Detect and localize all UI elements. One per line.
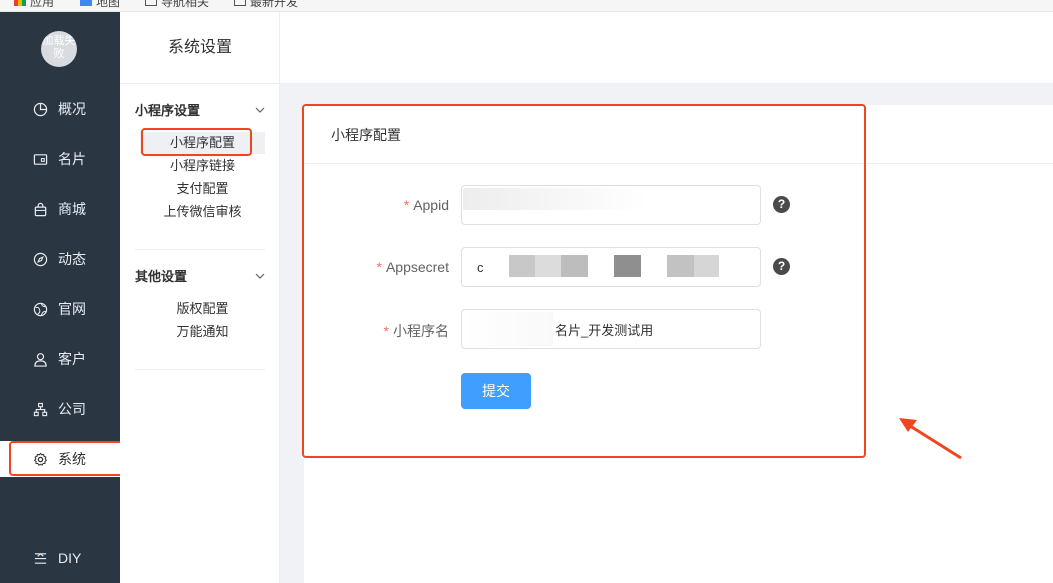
- help-icon[interactable]: ?: [773, 196, 790, 213]
- redacted-overlay: [614, 255, 641, 277]
- subitem-wechat-review[interactable]: 上传微信审核: [140, 201, 265, 223]
- sidebar-item-diy[interactable]: DIY: [0, 540, 120, 576]
- maps-icon: [80, 0, 92, 6]
- help-icon[interactable]: ?: [773, 258, 790, 275]
- redacted-overlay: [535, 255, 561, 277]
- sidebar-item-card[interactable]: 名片: [0, 141, 120, 177]
- appsecret-label: * Appsecret: [376, 259, 450, 275]
- subitem-miniapp-config[interactable]: 小程序配置: [140, 132, 265, 154]
- chevron-down-icon: [255, 273, 265, 279]
- main-sidebar: 加载失败 概况 名片 商城 动态 官网 客户 公司 系统 DIY: [0, 12, 120, 583]
- sidebar-item-customers[interactable]: 客户: [0, 341, 120, 377]
- appid-label: * Appid: [403, 197, 449, 213]
- pie-chart-icon: [33, 102, 48, 117]
- gear-icon: [33, 452, 48, 467]
- subitem-payment-config[interactable]: 支付配置: [140, 178, 265, 200]
- group-miniapp-settings[interactable]: 小程序设置: [135, 100, 265, 119]
- apps-icon: [14, 0, 26, 6]
- required-mark: *: [403, 197, 410, 213]
- card-title: 小程序配置: [304, 105, 1053, 164]
- redacted-overlay: [463, 188, 648, 210]
- org-chart-icon: [33, 402, 48, 417]
- sidebar-item-mall[interactable]: 商城: [0, 191, 120, 227]
- annotation-arrow-icon: [899, 418, 962, 460]
- miniapp-name-label: * 小程序名: [383, 323, 449, 339]
- shopping-bag-icon: [33, 202, 48, 217]
- bookmark-apps[interactable]: 应用: [14, 0, 54, 9]
- sidebar-item-company[interactable]: 公司: [0, 391, 120, 427]
- folder-icon: [145, 0, 157, 6]
- redacted-overlay: [463, 312, 553, 346]
- redacted-overlay: [509, 255, 535, 277]
- bookmark-maps[interactable]: 地图: [80, 0, 120, 9]
- card-icon: [33, 152, 48, 167]
- sidebar-item-system[interactable]: 系统: [0, 441, 120, 477]
- chevron-down-icon: [255, 107, 265, 113]
- required-mark: *: [376, 259, 382, 275]
- bookmark-folder-1[interactable]: 导航相关: [145, 0, 209, 9]
- redacted-overlay: [561, 255, 588, 277]
- subitem-copyright-config[interactable]: 版权配置: [140, 298, 265, 320]
- sidebar-item-overview[interactable]: 概况: [0, 91, 120, 127]
- bookmark-folder-2[interactable]: 最新开发: [234, 0, 298, 9]
- subitem-universal-notice[interactable]: 万能通知: [140, 321, 265, 343]
- redacted-overlay: [667, 255, 694, 277]
- top-header: [280, 12, 1053, 84]
- settings-subpanel: 系统设置 小程序设置 小程序配置 小程序链接 支付配置 上传微信审核 其他设置 …: [120, 12, 280, 583]
- sidebar-item-news[interactable]: 动态: [0, 241, 120, 277]
- subpanel-title: 系统设置: [120, 12, 280, 84]
- user-icon: [33, 352, 48, 367]
- globe-icon: [33, 302, 48, 317]
- redacted-overlay: [694, 255, 719, 277]
- folder-icon: [234, 0, 246, 6]
- compass-icon: [33, 252, 48, 267]
- divider: [135, 369, 265, 370]
- layers-icon: [33, 551, 48, 566]
- bookmarks-bar: 应用 地图 导航相关 最新开发: [0, 0, 1053, 12]
- group-other-settings[interactable]: 其他设置: [135, 266, 265, 285]
- avatar[interactable]: 加载失败: [41, 31, 77, 67]
- subitem-miniapp-link[interactable]: 小程序链接: [140, 155, 265, 177]
- required-mark: *: [383, 323, 389, 339]
- divider: [135, 249, 265, 250]
- submit-button[interactable]: 提交: [461, 373, 531, 409]
- sidebar-item-website[interactable]: 官网: [0, 291, 120, 327]
